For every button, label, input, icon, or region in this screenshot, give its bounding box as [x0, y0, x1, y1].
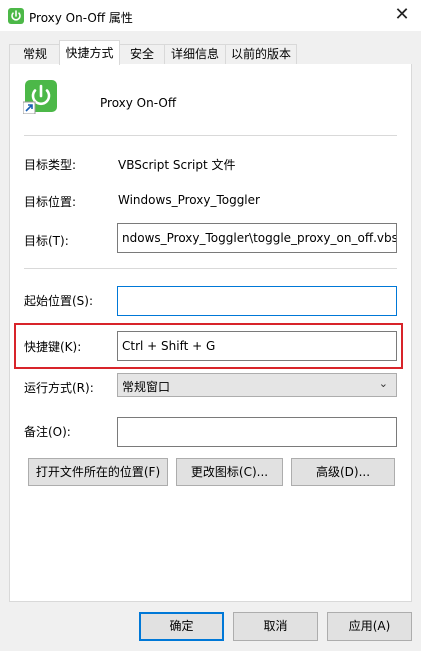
- window-title: Proxy On-Off 属性: [29, 11, 133, 25]
- tab-details[interactable]: 详细信息: [164, 44, 226, 64]
- start-in-field[interactable]: [117, 286, 397, 316]
- target-location-label: 目标位置:: [24, 195, 77, 209]
- apply-button[interactable]: 应用(A): [327, 612, 412, 641]
- start-in-label: 起始位置(S):: [24, 294, 94, 308]
- run-label: 运行方式(R):: [24, 381, 94, 395]
- tab-shortcut[interactable]: 快捷方式: [59, 40, 120, 65]
- open-file-location-button[interactable]: 打开文件所在的位置(F): [28, 458, 168, 486]
- target-type-value: VBScript Script 文件: [118, 158, 236, 172]
- divider: [24, 135, 397, 136]
- ok-button[interactable]: 确定: [139, 612, 224, 641]
- tab-general[interactable]: 常规: [9, 44, 61, 64]
- cancel-button[interactable]: 取消: [233, 612, 318, 641]
- advanced-button[interactable]: 高级(D)...: [291, 458, 395, 486]
- target-type-label: 目标类型:: [24, 158, 77, 172]
- hotkey-field[interactable]: Ctrl + Shift + G: [117, 331, 397, 361]
- target-location-value: Windows_Proxy_Toggler: [118, 193, 260, 207]
- close-icon[interactable]: ✕: [389, 3, 415, 27]
- app-icon: [8, 8, 24, 24]
- chevron-down-icon: ⌄: [378, 377, 388, 390]
- comment-field[interactable]: [117, 417, 397, 447]
- hotkey-label: 快捷键(K):: [24, 340, 82, 354]
- divider: [24, 268, 397, 269]
- tab-previous-versions[interactable]: 以前的版本: [225, 44, 297, 64]
- shortcut-name: Proxy On-Off: [100, 96, 177, 110]
- target-label: 目标(T):: [24, 234, 69, 248]
- title-bar: Proxy On-Off 属性 ✕: [0, 0, 421, 31]
- comment-label: 备注(O):: [24, 425, 71, 439]
- tab-security[interactable]: 安全: [119, 44, 165, 64]
- target-field[interactable]: ndows_Proxy_Toggler\toggle_proxy_on_off.…: [117, 223, 397, 253]
- change-icon-button[interactable]: 更改图标(C)...: [176, 458, 283, 486]
- run-select[interactable]: 常规窗口 ⌄: [117, 373, 397, 397]
- run-select-value: 常规窗口: [122, 380, 171, 394]
- power-toggle-icon: [22, 80, 57, 115]
